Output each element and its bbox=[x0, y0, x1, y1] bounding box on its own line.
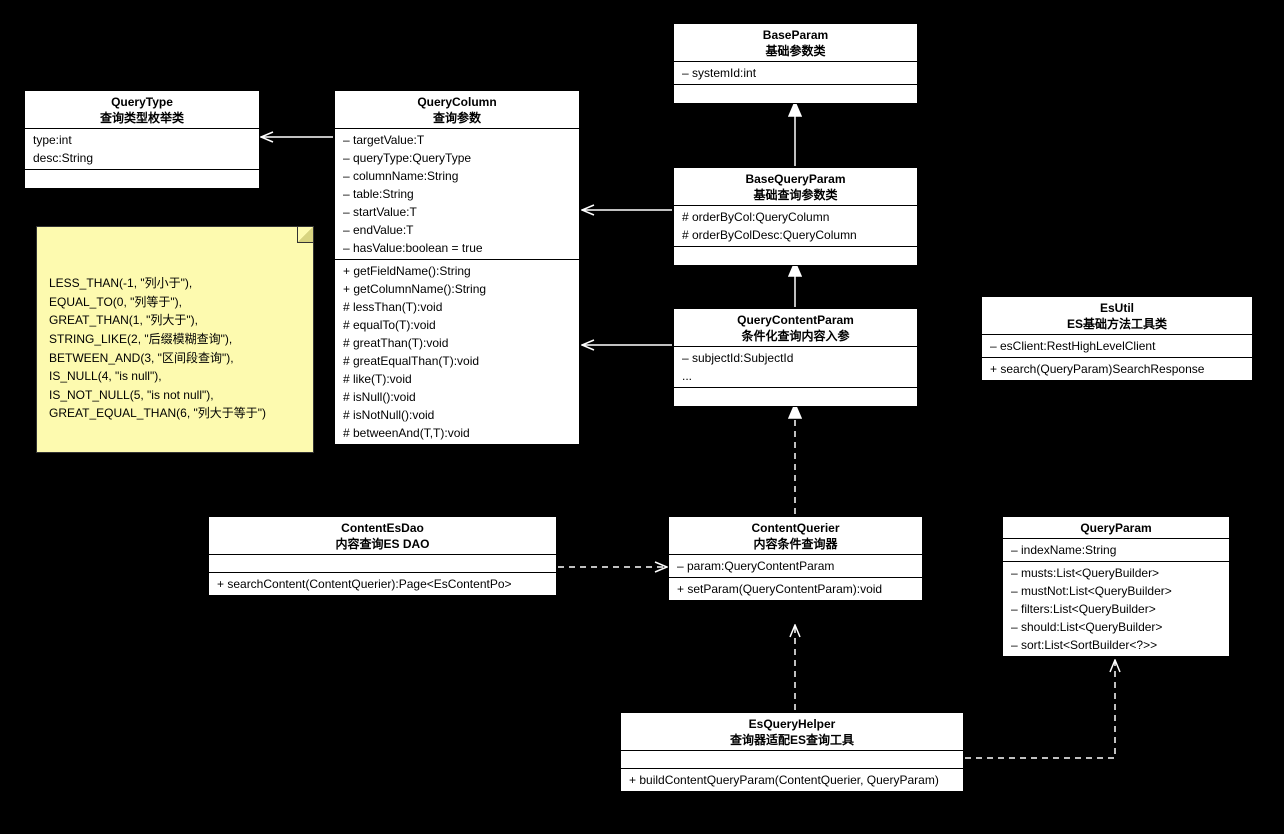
class-name: QueryColumn bbox=[417, 95, 496, 109]
attrs: # orderByCol:QueryColumn # orderByColDes… bbox=[674, 206, 917, 247]
class-name: BaseQueryParam bbox=[745, 172, 845, 186]
attrs1: – indexName:String bbox=[1003, 539, 1229, 562]
attrs: – targetValue:T – queryType:QueryType – … bbox=[335, 129, 579, 260]
class-QueryType: QueryType 查询类型枚举类 type:int desc:String bbox=[24, 90, 260, 189]
class-name: QueryType bbox=[111, 95, 173, 109]
ops: + searchContent(ContentQuerier):Page<EsC… bbox=[209, 573, 556, 595]
ops: + search(QueryParam)SearchResponse bbox=[982, 358, 1252, 380]
class-name: ContentQuerier bbox=[751, 521, 839, 535]
ops: + getFieldName():String + getColumnName(… bbox=[335, 260, 579, 444]
attrs: – subjectId:SubjectId ... bbox=[674, 347, 917, 388]
class-name: EsUtil bbox=[1100, 301, 1134, 315]
enum-note: LESS_THAN(-1, "列小于"), EQUAL_TO(0, "列等于")… bbox=[36, 226, 314, 453]
class-ContentEsDao: ContentEsDao 内容查询ES DAO + searchContent(C… bbox=[208, 516, 557, 596]
class-BaseParam: BaseParam 基础参数类 – systemId:int bbox=[673, 23, 918, 104]
attrs: – systemId:int bbox=[674, 62, 917, 85]
ops bbox=[674, 388, 917, 406]
class-ContentQuerier: ContentQuerier 内容条件查询器 – param:QueryConte… bbox=[668, 516, 923, 601]
ops: + buildContentQueryParam(ContentQuerier,… bbox=[621, 769, 963, 791]
class-name: ContentEsDao bbox=[341, 521, 424, 535]
class-EsUtil: EsUtil ES基础方法工具类 – esClient:RestHighLevel… bbox=[981, 296, 1253, 381]
class-EsQueryHelper: EsQueryHelper 查询器适配ES查询工具 + buildContentQ… bbox=[620, 712, 964, 792]
ops bbox=[674, 85, 917, 103]
class-QueryParam: QueryParam – indexName:String – musts:Li… bbox=[1002, 516, 1230, 657]
uml-canvas: QueryType 查询类型枚举类 type:int desc:String LE… bbox=[0, 0, 1284, 834]
class-name: QueryParam bbox=[1080, 521, 1151, 535]
class-sub: 基础查询参数类 bbox=[753, 188, 837, 202]
class-sub: ES基础方法工具类 bbox=[1067, 317, 1167, 331]
class-sub: 查询类型枚举类 bbox=[100, 111, 184, 125]
class-sub: 查询参数 bbox=[433, 111, 481, 125]
attrs: – esClient:RestHighLevelClient bbox=[982, 335, 1252, 358]
class-sub: 基础参数类 bbox=[765, 44, 825, 58]
ops bbox=[25, 170, 259, 188]
class-name: EsQueryHelper bbox=[749, 717, 836, 731]
ops: + setParam(QueryContentParam):void bbox=[669, 578, 922, 600]
class-sub: 内容条件查询器 bbox=[753, 537, 837, 551]
attrs bbox=[209, 555, 556, 573]
attrs2: – musts:List<QueryBuilder> – mustNot:Lis… bbox=[1003, 562, 1229, 656]
class-sub: 内容查询ES DAO bbox=[335, 537, 429, 551]
attrs: type:int desc:String bbox=[25, 129, 259, 170]
ops bbox=[674, 247, 917, 265]
class-BaseQueryParam: BaseQueryParam 基础查询参数类 # orderByCol:Query… bbox=[673, 167, 918, 266]
dogear-icon bbox=[297, 227, 313, 243]
class-sub: 查询器适配ES查询工具 bbox=[730, 733, 854, 747]
class-QueryColumn: QueryColumn 查询参数 – targetValue:T – queryT… bbox=[334, 90, 580, 445]
class-name: QueryContentParam bbox=[737, 313, 854, 327]
attrs bbox=[621, 751, 963, 769]
class-sub: 条件化查询内容入参 bbox=[741, 329, 849, 343]
class-QueryContentParam: QueryContentParam 条件化查询内容入参 – subjectId:S… bbox=[673, 308, 918, 407]
attrs: – param:QueryContentParam bbox=[669, 555, 922, 578]
class-name: BaseParam bbox=[763, 28, 828, 42]
